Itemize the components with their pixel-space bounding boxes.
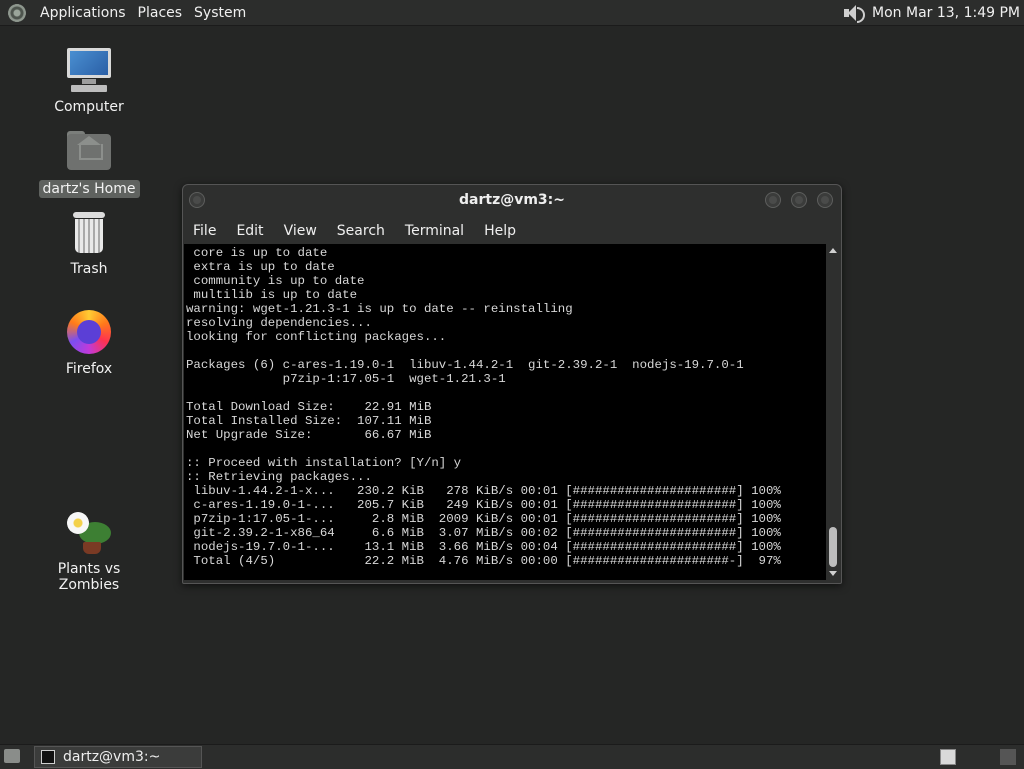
terminal-output-area[interactable]: core is up to date extra is up to date c… (184, 244, 826, 580)
firefox-icon (65, 308, 113, 356)
distro-logo-icon[interactable] (8, 3, 26, 22)
menu-view[interactable]: View (274, 220, 327, 242)
home-folder-icon (65, 128, 113, 176)
desktop-icon-firefox[interactable]: Firefox (34, 308, 144, 378)
terminal-window: dartz@vm3:~ File Edit View Search Termin… (182, 184, 842, 584)
window-title: dartz@vm3:~ (459, 192, 565, 208)
desktop-icon-trash[interactable]: Trash (34, 208, 144, 278)
terminal-icon (41, 750, 55, 764)
menu-applications[interactable]: Applications (34, 5, 132, 21)
show-desktop-icon[interactable] (4, 749, 20, 763)
top-panel: Applications Places System Mon Mar 13, 1… (0, 0, 1024, 26)
minimize-button[interactable] (765, 192, 781, 208)
bottom-panel: dartz@vm3:~ (0, 744, 1024, 769)
terminal-scrollbar[interactable] (826, 244, 840, 580)
taskbar-window-button[interactable]: dartz@vm3:~ (34, 746, 202, 768)
scroll-down-arrow-icon[interactable] (829, 571, 837, 576)
menu-file[interactable]: File (183, 220, 226, 242)
maximize-button[interactable] (791, 192, 807, 208)
menu-terminal[interactable]: Terminal (395, 220, 474, 242)
clock[interactable]: Mon Mar 13, 1:49 PM (872, 5, 1024, 21)
menu-help[interactable]: Help (474, 220, 526, 242)
title-bar[interactable]: dartz@vm3:~ (183, 185, 841, 215)
plants-vs-zombies-icon (65, 508, 113, 556)
close-button[interactable] (817, 192, 833, 208)
desktop-icon-label: Plants vs Zombies (57, 561, 121, 593)
scroll-up-arrow-icon[interactable] (829, 248, 837, 253)
desktop-icon-label: dartz's Home (38, 180, 140, 198)
scrollbar-thumb[interactable] (829, 527, 837, 567)
menu-edit[interactable]: Edit (226, 220, 273, 242)
workspace-switcher[interactable] (940, 749, 956, 765)
trash-icon (65, 208, 113, 256)
desktop-icon-label: Computer (54, 99, 124, 115)
volume-icon[interactable] (842, 4, 866, 23)
desktop-icon-plants-vs-zombies[interactable]: Plants vs Zombies (34, 508, 144, 594)
trash-applet-icon[interactable] (1000, 749, 1016, 765)
terminal-menu-bar: File Edit View Search Terminal Help (183, 220, 841, 242)
taskbar-window-label: dartz@vm3:~ (63, 749, 161, 765)
terminal-output: core is up to date extra is up to date c… (186, 246, 781, 568)
desktop-icon-label: Trash (70, 261, 108, 277)
desktop-icon-computer[interactable]: Computer (34, 46, 144, 116)
computer-icon (65, 46, 113, 94)
desktop-icon-home[interactable]: dartz's Home (34, 128, 144, 198)
panel-tray: Mon Mar 13, 1:49 PM (842, 0, 1024, 25)
desktop-icon-label: Firefox (65, 361, 113, 377)
menu-system[interactable]: System (188, 5, 252, 21)
menu-places[interactable]: Places (132, 5, 189, 21)
menu-search[interactable]: Search (327, 220, 395, 242)
